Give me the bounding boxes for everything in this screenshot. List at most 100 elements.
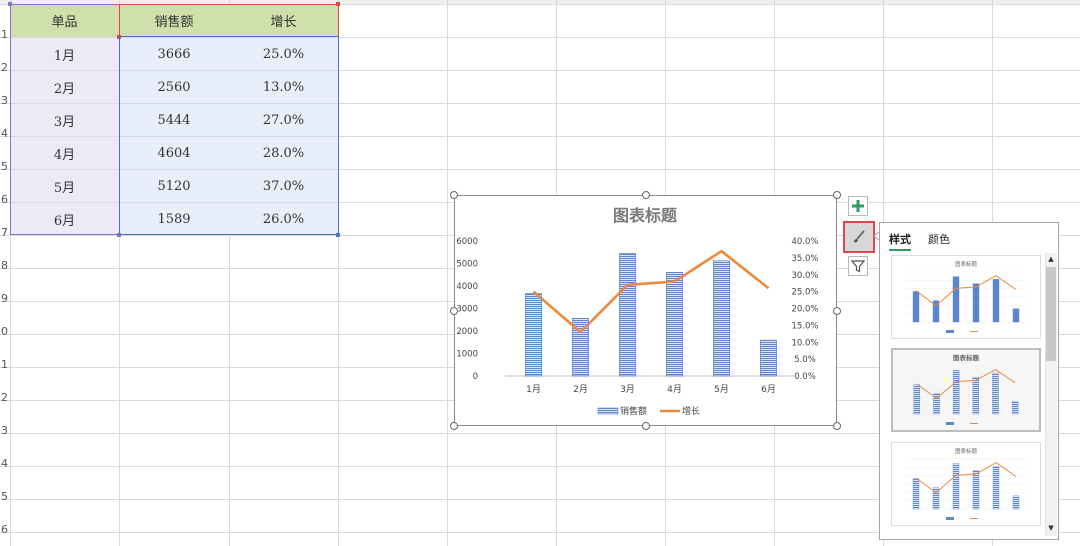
funnel-icon <box>851 260 865 273</box>
table-cell[interactable]: 5月 <box>10 169 119 202</box>
row-number[interactable]: 5 <box>0 490 8 503</box>
thumb-legend-swatch-sales <box>946 330 954 333</box>
thumb-title: 图表标题 <box>953 353 980 362</box>
y2-tick-label: 40.0% <box>791 237 818 247</box>
row-number[interactable]: 6 <box>0 193 8 206</box>
table-cell[interactable]: 37.0% <box>229 169 338 202</box>
y-tick-label: 6000 <box>456 237 478 247</box>
row-number[interactable]: 8 <box>0 259 8 272</box>
chart-object[interactable]: 图表标题 0 1000 2000 3000 4000 5000 6000 0.0% 5.0% 10.… <box>454 195 837 426</box>
style-thumbnail-3[interactable]: 图表标题 <box>891 442 1041 526</box>
table-cell[interactable]: 13.0% <box>229 70 338 103</box>
bar-1月 <box>525 293 542 377</box>
thumb-bar <box>912 478 920 510</box>
range-handle[interactable] <box>336 233 340 237</box>
thumb-bar <box>912 291 920 323</box>
table-cell[interactable]: 4604 <box>119 136 229 169</box>
resize-handle[interactable] <box>641 191 650 199</box>
y2-tick-label: 30.0% <box>791 271 818 281</box>
table-cell[interactable]: 27.0% <box>229 103 338 136</box>
table-cell[interactable]: 2月 <box>10 70 119 103</box>
bar-4月 <box>666 272 683 377</box>
y-tick-label: 4000 <box>456 282 478 292</box>
style-thumbnail-chart: 图表标题 <box>907 353 1025 425</box>
row-number[interactable]: 1 <box>0 358 8 371</box>
table-cell[interactable]: 3月 <box>10 103 119 136</box>
row-number[interactable]: 3 <box>0 424 8 437</box>
y-tick-label: 3000 <box>456 305 478 315</box>
y-tick-label: 5000 <box>456 260 478 270</box>
chart-filter-button[interactable] <box>848 256 868 276</box>
resize-handle[interactable] <box>450 306 458 315</box>
tab-color[interactable]: 颜色 <box>928 231 950 247</box>
thumb-bar <box>992 279 1000 323</box>
x-tick-label: 4月 <box>667 384 682 395</box>
table-cell[interactable]: 6月 <box>10 202 119 235</box>
row-number[interactable]: 6 <box>0 523 8 536</box>
y2-tick-label: 0.0% <box>794 372 816 382</box>
range-handle[interactable] <box>117 35 121 39</box>
resize-handle[interactable] <box>833 422 841 430</box>
table-header-cell[interactable]: 增长 <box>229 4 338 37</box>
range-handle[interactable] <box>117 233 121 237</box>
row-number[interactable]: 3 <box>0 94 8 107</box>
y-tick-label: 1000 <box>456 350 478 360</box>
chart-style-button[interactable] <box>843 221 875 253</box>
scroll-down-arrow[interactable]: ▼ <box>1046 523 1056 533</box>
table-cell[interactable]: 1月 <box>10 37 119 70</box>
growth-line <box>532 249 770 334</box>
thumb-legend-swatch-sales <box>946 517 954 520</box>
chart-style-panel[interactable]: 样式 颜色 图表标题 图表标题 图表标题 ▲ ▼ <box>879 222 1059 540</box>
style-thumbnail-2[interactable]: 图表标题 <box>891 348 1041 432</box>
table-cell[interactable]: 25.0% <box>229 37 338 70</box>
tab-style[interactable]: 样式 <box>889 231 911 247</box>
row-number[interactable]: 0 <box>0 325 8 338</box>
table-cell[interactable]: 3666 <box>119 37 229 70</box>
row-number[interactable]: 1 <box>0 28 8 41</box>
y-tick-label: 0 <box>473 372 478 382</box>
combo-chart[interactable]: 图表标题 0 1000 2000 3000 4000 5000 6000 0.0% 5.0% 10.… <box>455 196 838 427</box>
thumb-bar <box>972 283 980 323</box>
style-thumbnail-chart: 图表标题 <box>906 447 1026 520</box>
thumb-legend-swatch-sales <box>946 422 954 425</box>
range-handle[interactable] <box>8 2 12 6</box>
range-handle[interactable] <box>336 2 340 6</box>
thumb-bar <box>972 470 980 510</box>
table-cell[interactable]: 4月 <box>10 136 119 169</box>
thumb-bar <box>992 372 999 415</box>
table-header-cell[interactable]: 销售额 <box>119 4 229 37</box>
row-number[interactable]: 2 <box>0 61 8 74</box>
add-chart-element-button[interactable] <box>848 196 868 216</box>
style-thumbnail-1[interactable]: 图表标题 <box>891 255 1041 339</box>
panel-scroll-thumb[interactable] <box>1046 267 1056 361</box>
resize-handle[interactable] <box>833 306 841 315</box>
resize-handle[interactable] <box>450 422 458 430</box>
table-cell[interactable]: 5120 <box>119 169 229 202</box>
table-cell[interactable]: 28.0% <box>229 136 338 169</box>
table-cell[interactable]: 2560 <box>119 70 229 103</box>
table-cell[interactable]: 26.0% <box>229 202 338 235</box>
resize-handle[interactable] <box>450 191 458 199</box>
row-number[interactable]: 7 <box>0 226 8 239</box>
legend-label-sales: 销售额 <box>620 405 647 417</box>
y2-tick-label: 20.0% <box>791 305 818 315</box>
resize-handle[interactable] <box>833 191 841 199</box>
table-cell[interactable]: 1589 <box>119 202 229 235</box>
active-tab-indicator <box>889 249 911 251</box>
y2-tick-label: 15.0% <box>791 321 818 331</box>
row-number[interactable]: 2 <box>0 391 8 404</box>
row-number[interactable]: 4 <box>0 457 8 470</box>
x-tick-label: 1月 <box>526 384 541 395</box>
table-header-cell[interactable]: 单品 <box>10 4 119 37</box>
thumb-bar <box>952 276 960 323</box>
row-number[interactable]: 4 <box>0 127 8 140</box>
scroll-up-arrow[interactable]: ▲ <box>1046 254 1056 264</box>
row-number[interactable]: 5 <box>0 160 8 173</box>
x-tick-label: 6月 <box>761 384 776 395</box>
table-cell[interactable]: 5444 <box>119 103 229 136</box>
resize-handle[interactable] <box>641 422 650 430</box>
thumb-bar <box>952 463 960 510</box>
y2-tick-label: 5.0% <box>794 355 816 365</box>
style-thumbnail-chart: 图表标题 <box>906 260 1026 333</box>
row-number[interactable]: 9 <box>0 292 8 305</box>
